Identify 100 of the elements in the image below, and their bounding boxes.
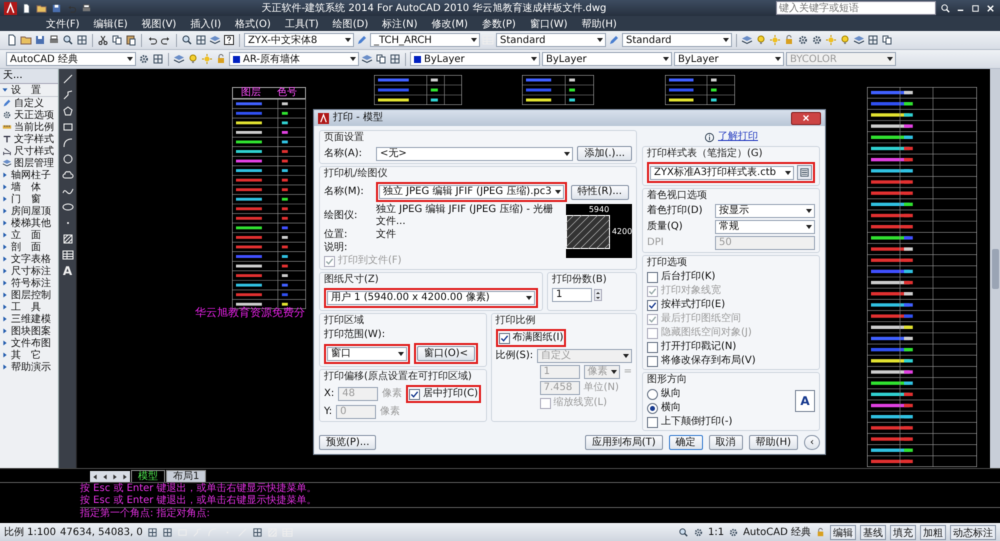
circle-icon[interactable] xyxy=(62,153,74,165)
menu-item[interactable]: 参数(P) xyxy=(476,16,522,30)
grid-icon[interactable] xyxy=(162,526,173,538)
checkbox[interactable] xyxy=(647,300,658,310)
save-icon[interactable] xyxy=(51,2,62,14)
copy-icon[interactable] xyxy=(881,34,893,46)
radio-button[interactable] xyxy=(647,402,658,414)
workspace-switcher[interactable]: AutoCAD 经典 xyxy=(743,525,811,539)
polygon-icon[interactable] xyxy=(62,105,74,117)
cut-icon[interactable] xyxy=(97,34,109,46)
dropdown[interactable]: AutoCAD 经典 xyxy=(6,52,136,66)
grid-icon[interactable] xyxy=(195,34,207,46)
preview-button[interactable]: 预览(P)... xyxy=(319,435,376,450)
pen-icon[interactable] xyxy=(608,34,620,46)
scale-indicator[interactable]: 比例 1:100 xyxy=(4,525,56,539)
grid-icon[interactable] xyxy=(146,526,158,538)
menu-item[interactable]: 窗口(W) xyxy=(524,16,574,30)
menu-item[interactable]: 标注(N) xyxy=(376,16,424,30)
paste-icon[interactable] xyxy=(125,34,137,46)
sidebar-section[interactable]: 其 它 xyxy=(0,349,58,361)
checkbox[interactable] xyxy=(647,356,658,366)
help-button[interactable]: 帮助(H) xyxy=(748,435,798,450)
dropdown[interactable]: Standard xyxy=(496,33,606,47)
sidebar-section[interactable]: 设 置 xyxy=(0,84,58,97)
search-field[interactable]: 键入关键字或短语 xyxy=(776,1,936,15)
text-field[interactable]: 1 xyxy=(552,288,592,302)
drawing-canvas[interactable] xyxy=(77,69,990,468)
add-button[interactable]: 添加(.)... xyxy=(577,146,632,161)
properties-button[interactable]: 特性(R)... xyxy=(570,184,629,200)
status-toggle[interactable]: 动态标注 xyxy=(950,524,996,540)
color-dropdown[interactable]: ByLayer xyxy=(410,52,540,66)
grid-icon[interactable] xyxy=(76,34,88,46)
help-icon[interactable] xyxy=(223,34,235,46)
layers-icon[interactable] xyxy=(853,34,865,46)
status-toggle[interactable]: 加粗 xyxy=(920,524,946,540)
layer-dropdown[interactable]: AR-原有墙体 xyxy=(229,52,359,66)
checkbox[interactable] xyxy=(647,416,658,428)
print-icon[interactable] xyxy=(48,34,60,46)
sidebar-section[interactable]: 门 窗 xyxy=(0,193,58,205)
dropdown[interactable]: 用户 1 (5940.00 x 4200.00 像素) xyxy=(327,291,535,305)
sidebar-section[interactable]: 轴网柱子 xyxy=(0,169,58,181)
sidebar-section[interactable]: 帮助演示 xyxy=(0,361,58,373)
sidebar-item[interactable]: 当前比例 xyxy=(0,121,58,133)
status-toggle[interactable]: 填充 xyxy=(890,524,916,540)
sidebar-section[interactable]: 文件布图 xyxy=(0,337,58,349)
search-icon[interactable] xyxy=(940,2,951,14)
sidebar-item[interactable]: 图层管理 xyxy=(0,157,58,169)
dropdown[interactable]: 独立 JPEG 编辑 JFIF (JPEG 压缩).pc3 xyxy=(379,185,564,199)
sidebar-section[interactable]: 楼梯其他 xyxy=(0,217,58,229)
sidebar-section[interactable]: 图层控制 xyxy=(0,289,58,301)
sidebar-section[interactable]: 三维建模 xyxy=(0,313,58,325)
dropdown[interactable]: ZYX-中文宋体8 xyxy=(244,33,354,47)
ok-button[interactable]: 确定 xyxy=(668,435,703,450)
sidebar-item[interactable]: 自定义 xyxy=(0,97,58,109)
dropdown[interactable]: ZYX标准A3打印样式表.ctb xyxy=(650,166,794,180)
dropdown[interactable]: ByLayer xyxy=(674,52,784,66)
menu-item[interactable]: 编辑(E) xyxy=(88,16,134,30)
copy-icon[interactable] xyxy=(375,53,387,65)
layout-tab[interactable]: 模型 xyxy=(131,470,165,482)
gear-icon[interactable] xyxy=(692,526,704,538)
dropdown[interactable]: 窗口 xyxy=(327,346,407,360)
menu-item[interactable]: 帮助(H) xyxy=(576,16,623,30)
status-toggle[interactable]: 基线 xyxy=(860,524,886,540)
status-toggle[interactable]: 编辑 xyxy=(830,524,856,540)
menu-item[interactable]: 绘图(D) xyxy=(326,16,374,30)
sidebar-item[interactable]: 尺寸样式 xyxy=(0,145,58,157)
edit-button[interactable] xyxy=(797,165,812,180)
vertical-scrollbar[interactable] xyxy=(990,69,1000,468)
new-file-icon[interactable] xyxy=(21,2,32,14)
maximize-icon[interactable] xyxy=(970,2,981,14)
sidebar-section[interactable]: 房间屋顶 xyxy=(0,205,58,217)
open-folder-icon[interactable] xyxy=(36,2,47,14)
layers-icon[interactable] xyxy=(741,34,753,46)
dropdown[interactable]: <无> xyxy=(376,146,574,160)
menu-item[interactable]: 插入(I) xyxy=(184,16,228,30)
window-button[interactable]: 窗口(O)< xyxy=(417,346,476,361)
command-prompt[interactable]: 指定第一个角点: 指定对角点: xyxy=(80,507,1000,520)
gear-icon[interactable] xyxy=(797,34,809,46)
dropdown[interactable]: 按显示 xyxy=(715,204,815,218)
open-folder-icon[interactable] xyxy=(20,34,32,46)
pen-icon[interactable] xyxy=(356,34,368,46)
dropdown[interactable]: 常规 xyxy=(715,220,815,234)
gear-icon[interactable] xyxy=(728,526,740,538)
layers-icon[interactable] xyxy=(173,53,185,65)
sidebar-section[interactable]: 工 具 xyxy=(0,301,58,313)
copy-icon[interactable] xyxy=(111,34,123,46)
zoom-icon[interactable] xyxy=(678,526,689,538)
checkbox[interactable] xyxy=(647,272,658,282)
menu-item[interactable]: 格式(O) xyxy=(229,16,277,30)
sidebar-section[interactable]: 立 面 xyxy=(0,229,58,241)
menu-item[interactable]: 工具(T) xyxy=(278,16,325,30)
sidebar-section[interactable]: 墙 体 xyxy=(0,181,58,193)
sidebar-section[interactable]: 图块图案 xyxy=(0,325,58,337)
gear-icon[interactable] xyxy=(811,34,823,46)
new-file-icon[interactable] xyxy=(6,34,18,46)
print-icon[interactable] xyxy=(81,2,92,14)
grid-icon[interactable] xyxy=(389,53,401,65)
scrollbar-thumb[interactable] xyxy=(992,249,998,289)
sidebar-item[interactable]: 天正选项 xyxy=(0,109,58,121)
ellipse-icon[interactable] xyxy=(62,201,74,213)
